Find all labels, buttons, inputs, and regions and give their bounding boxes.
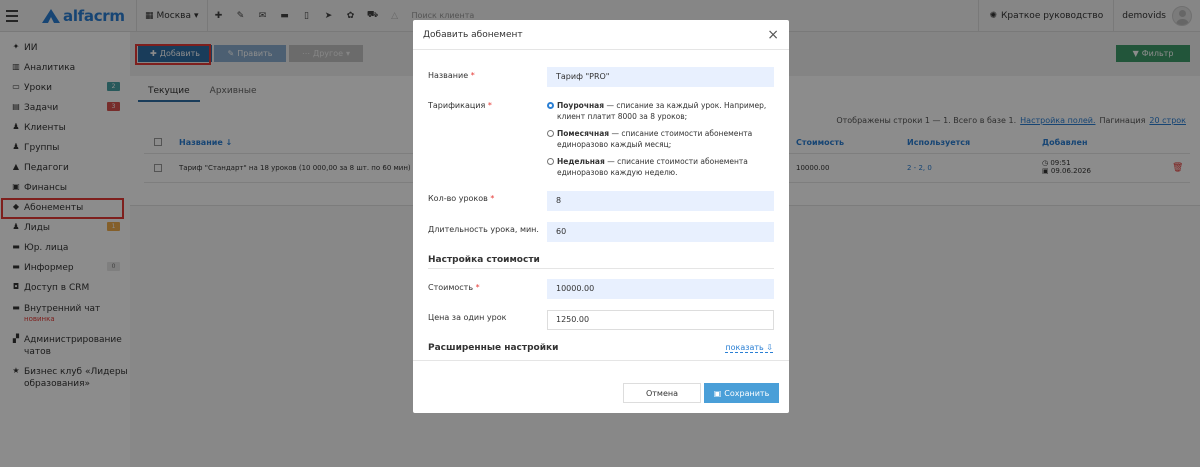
divider [428, 268, 774, 269]
option-title: Поурочная [557, 101, 605, 110]
lessons-count-input[interactable]: 8 [547, 191, 774, 211]
modal-title: Добавить абонемент [423, 29, 523, 40]
cost-label: Стоимость * [428, 283, 480, 292]
add-subscription-modal: Добавить абонемент × Название * Тариф "P… [413, 20, 789, 413]
save-button[interactable]: ▣ Сохранить [704, 383, 779, 403]
required-mark: * [475, 283, 480, 292]
radio-button[interactable] [547, 158, 554, 165]
lesson-duration-label: Длительность урока, мин. [428, 225, 539, 234]
label-text: Название [428, 71, 469, 80]
radio-button[interactable] [547, 130, 554, 137]
save-button-label: Сохранить [724, 388, 770, 398]
label-text: Кол-во уроков [428, 194, 488, 203]
label-text: Стоимость [428, 283, 474, 292]
show-advanced-link[interactable]: показать ⇩ [725, 343, 773, 353]
name-label: Название * [428, 71, 475, 80]
name-input[interactable]: Тариф "PRO" [547, 67, 774, 87]
tariff-option-weekly[interactable]: Недельная — списание стоимости абонемент… [547, 156, 777, 178]
cancel-button[interactable]: Отмена [623, 383, 701, 403]
tariff-option-per-lesson[interactable]: Поурочная — списание за каждый урок. Нап… [547, 100, 777, 122]
save-icon: ▣ [713, 388, 722, 398]
required-mark: * [487, 101, 492, 110]
per-lesson-price-input[interactable]: 1250.00 [547, 310, 774, 330]
option-title: Недельная [557, 157, 605, 166]
lesson-duration-input[interactable]: 60 [547, 222, 774, 242]
radio-button[interactable] [547, 102, 554, 109]
required-mark: * [470, 71, 475, 80]
option-title: Помесячная [557, 129, 610, 138]
modal-footer: Отмена ▣ Сохранить [413, 360, 789, 413]
required-mark: * [490, 194, 495, 203]
close-icon[interactable]: × [767, 27, 779, 43]
tariff-option-monthly[interactable]: Помесячная — списание стоимости абонемен… [547, 128, 777, 150]
advanced-settings-title: Расширенные настройки [428, 343, 559, 353]
modal-header: Добавить абонемент × [413, 20, 789, 50]
tariff-label: Тарификация * [428, 101, 492, 110]
lessons-count-label: Кол-во уроков * [428, 194, 494, 203]
cost-section-title: Настройка стоимости [428, 255, 540, 265]
per-lesson-price-label: Цена за один урок [428, 313, 507, 322]
label-text: Тарификация [428, 101, 486, 110]
cost-input[interactable]: 10000.00 [547, 279, 774, 299]
